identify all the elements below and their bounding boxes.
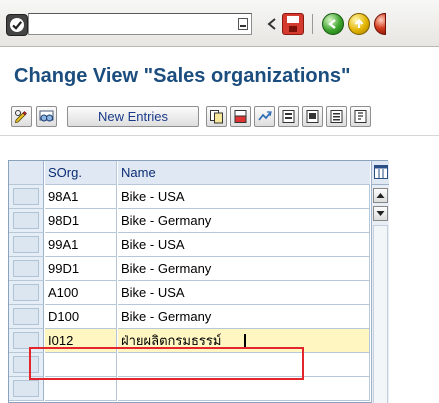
select-all-icon <box>282 110 295 123</box>
table-header-row: SOrg. Name <box>9 161 389 185</box>
table-row: 99D1 Bike - Germany <box>9 257 389 281</box>
name-cell[interactable]: Bike - Germany <box>118 305 370 329</box>
row-selector-button[interactable] <box>13 260 39 277</box>
checkmark-icon <box>10 18 24 32</box>
sorg-cell[interactable]: 99D1 <box>45 257 117 281</box>
sorg-cell[interactable] <box>45 353 117 377</box>
save-icon[interactable] <box>282 13 304 35</box>
delete-button[interactable] <box>230 106 251 127</box>
row-selector-button[interactable] <box>13 236 39 253</box>
sorg-cell[interactable]: 98D1 <box>45 209 117 233</box>
select-block-button[interactable] <box>302 106 323 127</box>
text-cursor <box>244 334 246 349</box>
row-selector-button[interactable] <box>13 356 39 373</box>
table-row: 98D1 Bike - Germany <box>9 209 389 233</box>
sorg-cell[interactable]: 98A1 <box>45 185 117 209</box>
display-button[interactable] <box>36 106 57 127</box>
standard-toolbar <box>0 0 439 47</box>
table-row: 98A1 Bike - USA <box>9 185 389 209</box>
table-settings-icon <box>374 165 388 179</box>
column-header-sorg[interactable]: SOrg. <box>45 161 117 185</box>
row-selector[interactable] <box>9 209 44 233</box>
new-entries-button[interactable]: New Entries <box>67 106 199 127</box>
sorg-cell[interactable]: A100 <box>45 281 117 305</box>
table-row-active: I012 ฝ่ายผลิตกรมธรรม์ <box>9 329 389 353</box>
title-bar: Change View "Sales organizations" <box>0 47 439 94</box>
dropdown-icon <box>238 18 248 30</box>
name-cell[interactable]: Bike - USA <box>118 281 370 305</box>
column-settings-button[interactable] <box>371 161 389 185</box>
more-icon <box>354 110 367 123</box>
command-field[interactable] <box>28 13 252 35</box>
name-cell[interactable]: Bike - USA <box>118 185 370 209</box>
row-selector-button[interactable] <box>13 212 39 229</box>
row-selector-button[interactable] <box>13 284 39 301</box>
copy-icon <box>210 110 223 124</box>
display-change-button[interactable] <box>11 106 32 127</box>
row-selector[interactable] <box>9 257 44 281</box>
exit-yellow-icon[interactable] <box>348 13 370 35</box>
cancel-red-icon[interactable] <box>374 13 386 35</box>
deselect-icon <box>330 110 343 123</box>
table-row-empty <box>9 353 389 377</box>
display-glasses-icon <box>39 110 54 122</box>
name-cell[interactable] <box>118 353 370 377</box>
name-cell[interactable] <box>118 377 370 401</box>
select-block-icon <box>306 110 319 123</box>
sorg-cell[interactable]: 99A1 <box>45 233 117 257</box>
row-selector[interactable] <box>9 185 44 209</box>
sales-org-table: SOrg. Name 98A1 Bike - USA 98D1 Bike - G… <box>8 160 389 403</box>
chevron-up-icon <box>376 193 385 198</box>
sorg-input-cell[interactable]: I012 <box>45 329 117 353</box>
select-all-rows-cell[interactable] <box>9 161 44 185</box>
row-selector-button[interactable] <box>13 332 39 349</box>
back-green-glyph <box>328 19 336 29</box>
undo-icon <box>258 111 272 121</box>
scroll-up-button[interactable] <box>373 188 388 203</box>
scroll-down-button[interactable] <box>373 206 388 221</box>
table-row: D100 Bike - Germany <box>9 305 389 329</box>
row-selector-button[interactable] <box>13 380 39 397</box>
name-input-cell[interactable]: ฝ่ายผลิตกรมธรรม์ <box>118 329 370 353</box>
table-row: 99A1 Bike - USA <box>9 233 389 257</box>
sorg-cell[interactable] <box>45 377 117 401</box>
exit-yellow-glyph <box>354 18 364 28</box>
table-row: A100 Bike - USA <box>9 281 389 305</box>
select-all-button[interactable] <box>278 106 299 127</box>
delete-icon <box>234 110 247 123</box>
toolbar-separator <box>312 14 313 34</box>
column-header-name[interactable]: Name <box>118 161 370 185</box>
name-cell[interactable]: Bike - Germany <box>118 257 370 281</box>
edit-pencil-icon <box>14 110 27 124</box>
enter-button[interactable] <box>6 14 28 36</box>
table-area: SOrg. Name 98A1 Bike - USA 98D1 Bike - G… <box>0 136 439 403</box>
application-toolbar: New Entries <box>0 94 439 136</box>
name-cell[interactable]: Bike - USA <box>118 233 370 257</box>
vertical-scrollbar[interactable] <box>371 185 389 403</box>
row-selector[interactable] <box>9 233 44 257</box>
name-cell[interactable]: Bike - Germany <box>118 209 370 233</box>
row-selector[interactable] <box>9 305 44 329</box>
chevron-down-icon <box>376 211 385 216</box>
more-button[interactable] <box>350 106 371 127</box>
row-selector[interactable] <box>9 353 44 377</box>
deselect-all-button[interactable] <box>326 106 347 127</box>
table-row-empty <box>9 377 389 401</box>
row-selector[interactable] <box>9 281 44 305</box>
copy-as-button[interactable] <box>206 106 227 127</box>
row-selector-button[interactable] <box>13 308 39 325</box>
row-selector-button[interactable] <box>13 188 39 205</box>
row-selector[interactable] <box>9 377 44 401</box>
row-selector[interactable] <box>9 329 44 353</box>
sorg-cell[interactable]: D100 <box>45 305 117 329</box>
command-history-dropdown[interactable] <box>235 15 251 33</box>
name-input-value[interactable]: ฝ่ายผลิตกรมธรรม์ <box>121 333 221 348</box>
scroll-track[interactable] <box>373 225 388 403</box>
back-arrow-icon[interactable] <box>266 17 278 31</box>
page-title: Change View "Sales organizations" <box>14 65 351 87</box>
undo-change-button[interactable] <box>254 106 275 127</box>
back-green-icon[interactable] <box>322 13 344 35</box>
